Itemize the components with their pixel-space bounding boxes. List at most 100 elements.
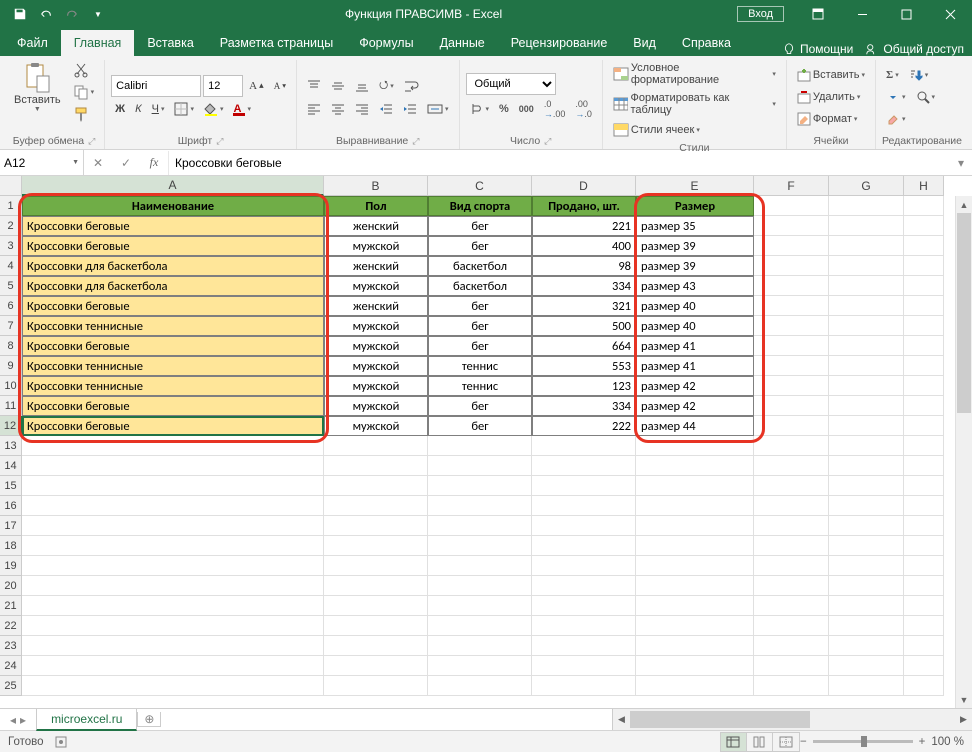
cell-C23[interactable] [428, 636, 532, 656]
cell-H24[interactable] [904, 656, 944, 676]
cell-F1[interactable] [754, 196, 829, 216]
cell-F13[interactable] [754, 436, 829, 456]
cell-H25[interactable] [904, 676, 944, 696]
cell-H14[interactable] [904, 456, 944, 476]
cell-D9[interactable]: 553 [532, 356, 636, 376]
cell-D12[interactable]: 222 [532, 416, 636, 436]
cell-C13[interactable] [428, 436, 532, 456]
column-header-F[interactable]: F [754, 176, 829, 196]
borders-icon[interactable]: ▾ [170, 99, 198, 119]
share-button[interactable]: Общий доступ [865, 42, 964, 56]
format-painter-icon[interactable] [69, 104, 99, 124]
name-box[interactable]: A12▼ [0, 150, 84, 175]
cell-C12[interactable]: бег [428, 416, 532, 436]
cell-G13[interactable] [829, 436, 904, 456]
cell-F22[interactable] [754, 616, 829, 636]
cell-H21[interactable] [904, 596, 944, 616]
cell-A2[interactable]: Кроссовки беговые [22, 216, 324, 236]
cell-A14[interactable] [22, 456, 324, 476]
cell-C25[interactable] [428, 676, 532, 696]
tell-me-button[interactable]: Помощни [782, 42, 853, 56]
fill-color-icon[interactable]: ▾ [200, 99, 228, 119]
cell-H7[interactable] [904, 316, 944, 336]
cell-F17[interactable] [754, 516, 829, 536]
cell-H15[interactable] [904, 476, 944, 496]
zoom-level[interactable]: 100 % [931, 736, 964, 748]
tab-file[interactable]: Файл [4, 30, 61, 56]
cell-C17[interactable] [428, 516, 532, 536]
tab-formulas[interactable]: Формулы [346, 30, 426, 56]
cell-H1[interactable] [904, 196, 944, 216]
formula-input[interactable]: Кроссовки беговые [169, 156, 950, 170]
enter-formula-icon[interactable]: ✓ [112, 151, 140, 175]
increase-font-icon[interactable]: A▴ [245, 76, 268, 96]
cell-E2[interactable]: размер 35 [636, 216, 754, 236]
underline-button[interactable]: Ч▾ [148, 99, 169, 119]
tab-help[interactable]: Справка [669, 30, 744, 56]
column-header-E[interactable]: E [636, 176, 754, 196]
column-header-C[interactable]: C [428, 176, 532, 196]
cell-B6[interactable]: женский [324, 296, 428, 316]
cell-D25[interactable] [532, 676, 636, 696]
align-center-icon[interactable] [327, 99, 349, 119]
scroll-up-icon[interactable]: ▲ [956, 196, 972, 213]
cell-F4[interactable] [754, 256, 829, 276]
zoom-slider[interactable] [813, 740, 913, 743]
row-header-19[interactable]: 19 [0, 556, 22, 576]
alignment-launcher-icon[interactable]: ⤢ [412, 136, 419, 147]
row-header-8[interactable]: 8 [0, 336, 22, 356]
cell-E23[interactable] [636, 636, 754, 656]
redo-icon[interactable] [60, 3, 84, 25]
cell-C8[interactable]: бег [428, 336, 532, 356]
comma-format-icon[interactable]: 000 [515, 99, 538, 119]
cell-D5[interactable]: 334 [532, 276, 636, 296]
cell-G24[interactable] [829, 656, 904, 676]
cell-G19[interactable] [829, 556, 904, 576]
cell-B13[interactable] [324, 436, 428, 456]
column-header-B[interactable]: B [324, 176, 428, 196]
font-size-select[interactable] [203, 75, 243, 97]
cell-E7[interactable]: размер 40 [636, 316, 754, 336]
fill-icon[interactable]: ▾ [882, 87, 910, 107]
cell-D3[interactable]: 400 [532, 236, 636, 256]
cancel-formula-icon[interactable]: ✕ [84, 151, 112, 175]
decrease-indent-icon[interactable] [375, 99, 397, 119]
row-header-23[interactable]: 23 [0, 636, 22, 656]
cell-C9[interactable]: теннис [428, 356, 532, 376]
cell-H17[interactable] [904, 516, 944, 536]
cell-B2[interactable]: женский [324, 216, 428, 236]
cell-A4[interactable]: Кроссовки для баскетбола [22, 256, 324, 276]
cell-E11[interactable]: размер 42 [636, 396, 754, 416]
cell-G16[interactable] [829, 496, 904, 516]
cell-C10[interactable]: теннис [428, 376, 532, 396]
cell-D19[interactable] [532, 556, 636, 576]
cell-B15[interactable] [324, 476, 428, 496]
cell-G20[interactable] [829, 576, 904, 596]
cell-C7[interactable]: бег [428, 316, 532, 336]
cell-A10[interactable]: Кроссовки теннисные [22, 376, 324, 396]
cell-D21[interactable] [532, 596, 636, 616]
cell-F9[interactable] [754, 356, 829, 376]
cell-F18[interactable] [754, 536, 829, 556]
cell-C18[interactable] [428, 536, 532, 556]
cell-H20[interactable] [904, 576, 944, 596]
row-header-15[interactable]: 15 [0, 476, 22, 496]
cell-H9[interactable] [904, 356, 944, 376]
cell-D23[interactable] [532, 636, 636, 656]
zoom-out-button[interactable]: − [800, 736, 807, 748]
tab-review[interactable]: Рецензирование [498, 30, 621, 56]
cell-F19[interactable] [754, 556, 829, 576]
cell-F11[interactable] [754, 396, 829, 416]
row-header-7[interactable]: 7 [0, 316, 22, 336]
cell-A19[interactable] [22, 556, 324, 576]
autosum-icon[interactable]: Σ▾ [882, 65, 903, 85]
cell-G23[interactable] [829, 636, 904, 656]
accounting-format-icon[interactable]: ▾ [466, 99, 494, 119]
sort-filter-icon[interactable]: ▾ [905, 65, 933, 85]
increase-decimal-icon[interactable]: .0→.00 [540, 97, 570, 121]
cell-E21[interactable] [636, 596, 754, 616]
cell-B21[interactable] [324, 596, 428, 616]
cell-B3[interactable]: мужской [324, 236, 428, 256]
cell-F6[interactable] [754, 296, 829, 316]
cell-E17[interactable] [636, 516, 754, 536]
